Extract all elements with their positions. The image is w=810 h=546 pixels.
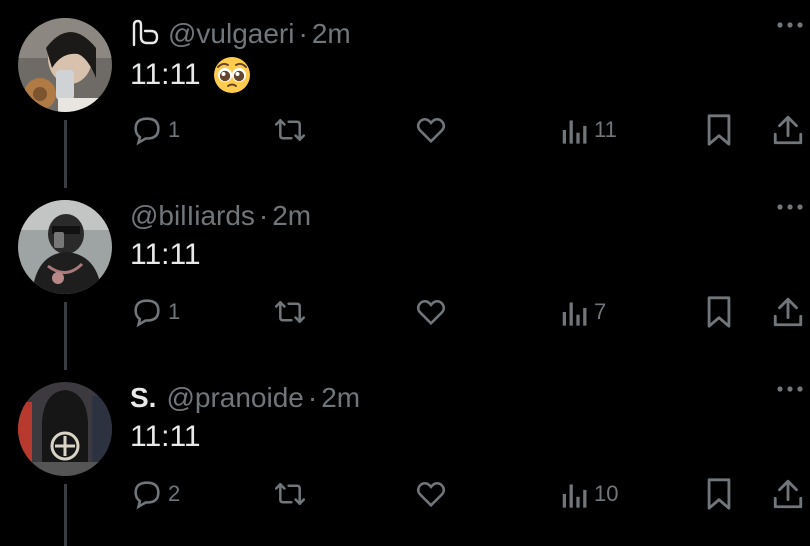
views-button[interactable]: 10: [560, 462, 618, 526]
timestamp[interactable]: 2m: [321, 382, 360, 414]
bookmark-button[interactable]: [704, 462, 734, 526]
user-handle[interactable]: @pranoide: [166, 382, 303, 414]
timestamp[interactable]: 2m: [272, 200, 311, 232]
retweet-button[interactable]: [272, 462, 308, 526]
tweet-text: 11:11: [130, 238, 201, 272]
timestamp[interactable]: 2m: [312, 18, 351, 50]
view-count: 7: [594, 299, 607, 324]
tweet-text: 11:11: [130, 56, 251, 94]
views-chart-icon: [562, 120, 587, 144]
share-button[interactable]: [772, 462, 804, 526]
share-button[interactable]: [772, 98, 804, 162]
heart-icon: [416, 118, 446, 144]
share-icon: [773, 115, 803, 145]
tweet-actions: 1 11: [0, 98, 810, 162]
rope-loop-icon: [130, 19, 160, 49]
bookmark-icon: [707, 114, 731, 146]
like-button[interactable]: [414, 98, 448, 162]
retweet-icon: [274, 483, 306, 505]
views-chart-icon: [562, 484, 587, 508]
share-icon: [773, 297, 803, 327]
tweet-header: S. @pranoide · 2m: [130, 378, 360, 418]
retweet-icon: [274, 119, 306, 141]
tweet[interactable]: @bilIiards · 2m 11:11 1 7: [0, 182, 810, 363]
heart-icon: [416, 300, 446, 326]
user-handle[interactable]: @bilIiards: [130, 200, 255, 232]
user-handle[interactable]: @vulgaeri: [168, 18, 294, 50]
bookmark-icon: [707, 296, 731, 328]
reply-button[interactable]: 2: [130, 462, 180, 526]
tweet-header: @vulgaeri · 2m: [130, 14, 351, 54]
more-options-icon[interactable]: [776, 20, 804, 30]
views-button[interactable]: 7: [560, 280, 606, 344]
tweet-actions: 2 10: [0, 462, 810, 526]
more-options-icon[interactable]: [776, 384, 804, 394]
tweet-text-content: 11:11: [130, 238, 201, 271]
like-button[interactable]: [414, 462, 448, 526]
reply-count: 1: [168, 117, 181, 142]
tweet[interactable]: S. @pranoide · 2m 11:11 2 10: [0, 364, 810, 545]
tweet-text: 11:11: [130, 420, 201, 454]
retweet-button[interactable]: [272, 98, 308, 162]
view-count: 11: [594, 117, 617, 142]
views-button[interactable]: 11: [560, 98, 617, 162]
reply-icon: [134, 299, 160, 328]
like-button[interactable]: [414, 280, 448, 344]
tweet-actions: 1 7: [0, 280, 810, 344]
tweet-text-content: 11:11: [130, 58, 201, 91]
separator-dot: ·: [258, 200, 269, 231]
reply-count: 2: [168, 481, 181, 506]
share-button[interactable]: [772, 280, 804, 344]
views-chart-icon: [562, 302, 587, 326]
retweet-icon: [274, 301, 306, 323]
separator-dot: ·: [298, 18, 308, 49]
pleading-face-emoji: [213, 56, 251, 94]
tweet-header: @bilIiards · 2m: [130, 196, 311, 236]
reply-icon: [134, 481, 160, 510]
more-options-icon[interactable]: [776, 202, 804, 212]
bookmark-icon: [707, 478, 731, 510]
tweet-text-content: 11:11: [130, 420, 201, 453]
reply-button[interactable]: 1: [130, 98, 180, 162]
display-name[interactable]: S.: [130, 382, 156, 414]
heart-icon: [416, 482, 446, 508]
tweet[interactable]: @vulgaeri · 2m 11:11 1 11: [0, 0, 810, 181]
reply-icon: [134, 117, 160, 146]
reply-button[interactable]: 1: [130, 280, 180, 344]
separator-dot: ·: [307, 382, 318, 413]
share-icon: [773, 479, 803, 509]
view-count: 10: [594, 481, 619, 506]
bookmark-button[interactable]: [704, 98, 734, 162]
reply-count: 1: [168, 299, 181, 324]
retweet-button[interactable]: [272, 280, 308, 344]
bookmark-button[interactable]: [704, 280, 734, 344]
